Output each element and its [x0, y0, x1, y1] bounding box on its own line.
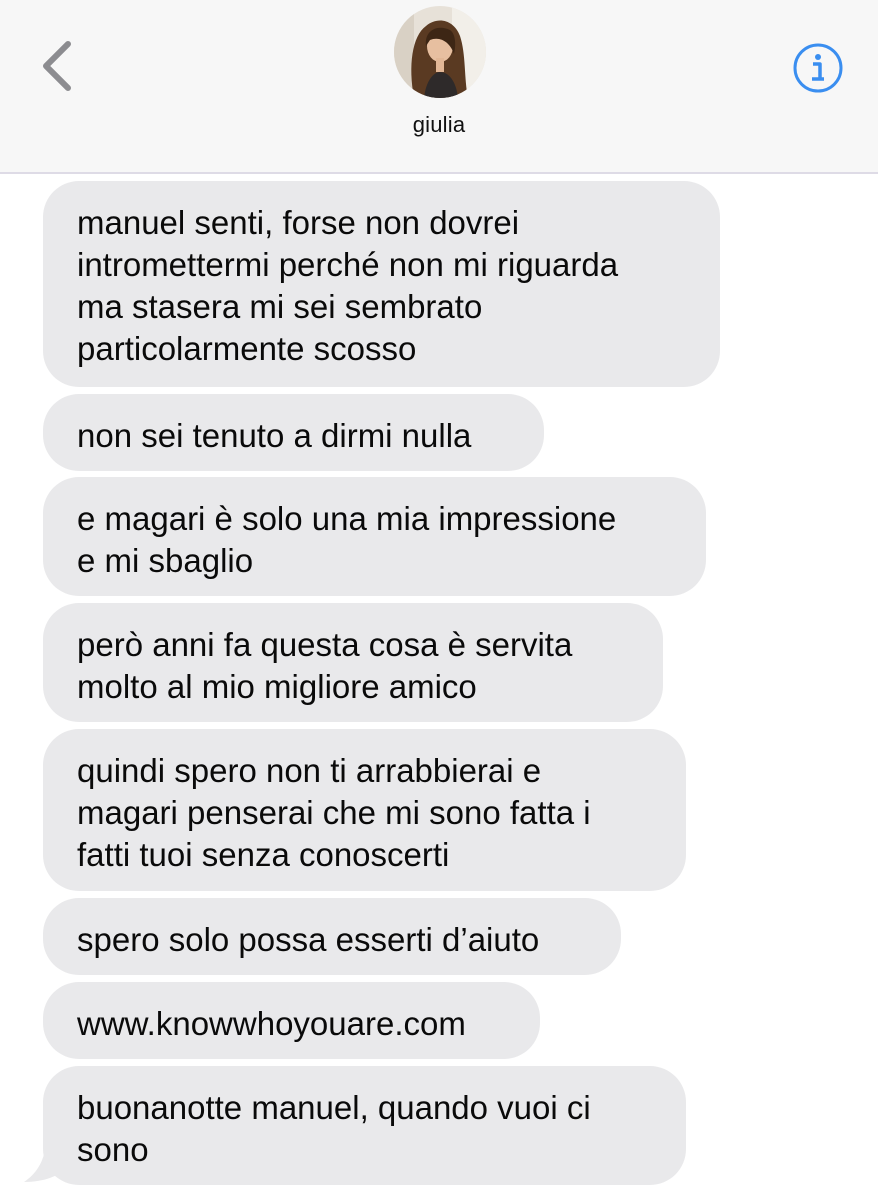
message-bubble[interactable]: e magari è solo una mia impressione e mi… — [43, 477, 706, 596]
contact-avatar[interactable] — [394, 6, 486, 98]
avatar-photo — [394, 6, 486, 98]
message-bubble[interactable]: quindi spero non ti arrabbierai e magari… — [43, 729, 686, 891]
message-bubble[interactable]: manuel senti, forse non dovrei intromett… — [43, 181, 720, 387]
chevron-left-icon — [43, 41, 71, 91]
message-bubble[interactable]: però anni fa questa cosa è servita molto… — [43, 603, 663, 722]
message-bubble[interactable]: www.knowwhoyouare.com — [43, 982, 540, 1059]
message-bubble[interactable]: non sei tenuto a dirmi nulla — [43, 394, 544, 471]
info-icon — [793, 43, 843, 93]
back-button[interactable] — [36, 38, 80, 94]
contact-name[interactable]: giulia — [0, 112, 878, 138]
message-bubble[interactable]: spero solo possa esserti d’aiuto — [43, 898, 621, 975]
message-bubble[interactable]: buonanotte manuel, quando vuoi ci sono — [43, 1066, 686, 1185]
info-button[interactable] — [792, 42, 844, 94]
conversation-header: giulia — [0, 0, 878, 174]
